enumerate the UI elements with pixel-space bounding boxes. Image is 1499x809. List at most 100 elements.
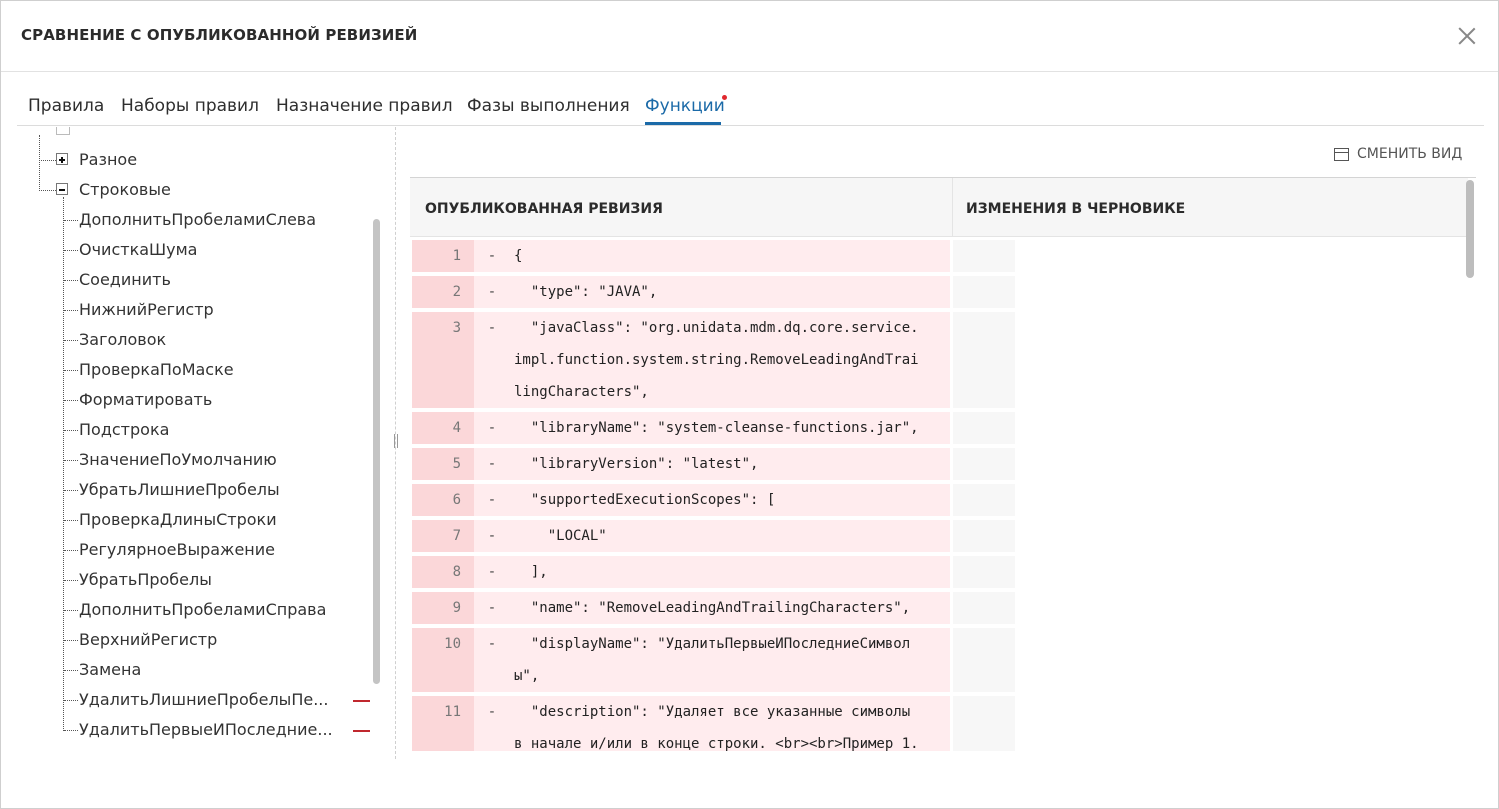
diff-row: 4 - "libraryName": "system-cleanse-functi…	[410, 412, 1016, 444]
line-number-text: 10	[444, 636, 461, 652]
expand-icon[interactable]	[56, 153, 68, 165]
tab-functions[interactable]: Функции	[645, 96, 725, 116]
diff-row: 1 - {	[410, 240, 1016, 272]
draft-empty-cell	[953, 556, 1015, 588]
tree-item-function[interactable]: ВерхнийРегистр	[79, 630, 217, 649]
diff-scrollbar[interactable]	[1466, 180, 1474, 278]
removed-sign: -	[474, 484, 510, 516]
tree-group-string[interactable]: Строковые	[79, 180, 171, 199]
code-line: "supportedExecutionScopes": [	[514, 492, 776, 508]
tree-item-function[interactable]: УбратьПробелы	[79, 570, 212, 589]
change-view-button[interactable]: СМЕНИТЬ ВИД	[1334, 146, 1462, 162]
resize-handle[interactable]	[393, 434, 399, 448]
tree-item-function[interactable]: УдалитьПервыеИПоследние...	[79, 720, 333, 739]
compare-dialog: СРАВНЕНИЕ С ОПУБЛИКОВАННОЙ РЕВИЗИЕЙ Прав…	[0, 0, 1499, 809]
tree-item-function[interactable]: Форматировать	[79, 390, 212, 409]
dialog-header: СРАВНЕНИЕ С ОПУБЛИКОВАННОЙ РЕВИЗИЕЙ	[1, 1, 1498, 72]
tab-rule-sets[interactable]: Наборы правил	[121, 96, 259, 116]
tab-rule-assignment[interactable]: Назначение правил	[276, 96, 453, 116]
removed-sign: -	[474, 240, 510, 272]
tree-item-function[interactable]: Замена	[79, 660, 141, 679]
draft-empty-cell	[953, 412, 1015, 444]
tree-connector	[64, 340, 78, 341]
code-line: "description": "Удаляет все указанные си…	[514, 704, 911, 720]
change-view-label: СМЕНИТЬ ВИД	[1357, 146, 1463, 162]
diff-view: ОПУБЛИКОВАННАЯ РЕВИЗИЯ ИЗМЕНЕНИЯ В ЧЕРНО…	[410, 177, 1476, 751]
code-cell: "name": "RemoveLeadingAndTrailingCharact…	[510, 592, 950, 624]
code-cell: "libraryName": "system-cleanse-functions…	[510, 412, 950, 444]
diff-row: 5 - "libraryVersion": "latest",	[410, 448, 1016, 480]
removed-sign-text: -	[487, 704, 497, 720]
tree-connector	[64, 610, 78, 611]
close-icon[interactable]	[1456, 25, 1478, 47]
code-line: "javaClass": "org.unidata.mdm.dq.core.se…	[514, 320, 919, 336]
line-number: 2	[412, 276, 474, 308]
removed-sign: -	[474, 412, 510, 444]
tree-connector	[63, 197, 64, 731]
code-cell: "libraryVersion": "latest",	[510, 448, 950, 480]
draft-empty-cell	[953, 484, 1015, 516]
tree-connector	[64, 280, 78, 281]
tree-connector	[64, 580, 78, 581]
tree-item-function[interactable]: ПроверкаПоМаске	[79, 360, 234, 379]
diff-row: 8 - ],	[410, 556, 1016, 588]
code-line: "libraryVersion": "latest",	[514, 456, 759, 472]
draft-empty-cell	[953, 312, 1015, 408]
tree-item-function[interactable]: УбратьЛишниеПробелы	[79, 480, 280, 499]
tree-connector	[64, 550, 78, 551]
tree-scrollbar[interactable]	[373, 219, 380, 684]
changes-dot-icon	[722, 95, 727, 100]
code-cell: ],	[510, 556, 950, 588]
tree-item-function[interactable]: ЗначениеПоУмолчанию	[79, 450, 277, 469]
tree-item-function[interactable]: Соединить	[79, 270, 171, 289]
code-line: ],	[514, 564, 548, 580]
line-number: 8	[412, 556, 474, 588]
line-number: 3	[412, 312, 474, 408]
removed-sign: -	[474, 628, 510, 692]
tree-group-misc[interactable]: Разное	[79, 150, 137, 169]
tree-item-function[interactable]: ОчисткаШума	[79, 240, 197, 259]
collapse-icon[interactable]	[56, 183, 68, 195]
tree-connector	[39, 135, 40, 189]
line-number-text: 11	[444, 704, 461, 720]
removed-marker-icon	[353, 700, 370, 702]
line-number-text: 6	[452, 492, 461, 508]
removed-sign-text: -	[487, 492, 497, 508]
line-number: 7	[412, 520, 474, 552]
line-number-text: 1	[452, 248, 461, 264]
code-cell: "type": "JAVA",	[510, 276, 950, 308]
tree-item-function[interactable]: ДополнитьПробеламиСправа	[79, 600, 326, 619]
draft-empty-cell	[953, 276, 1015, 308]
code-line: lingCharacters",	[514, 384, 649, 400]
code-cell: "description": "Удаляет все указанные си…	[510, 696, 950, 751]
tab-rules[interactable]: Правила	[28, 96, 104, 116]
tree-item-function[interactable]: НижнийРегистр	[79, 300, 214, 319]
code-cell: "javaClass": "org.unidata.mdm.dq.core.se…	[510, 312, 950, 408]
line-number: 1	[412, 240, 474, 272]
tree-connector	[64, 520, 78, 521]
tree-item-function[interactable]: УдалитьЛишниеПробелыПе...	[79, 690, 328, 709]
tree-item-function[interactable]: ПроверкаДлиныСтроки	[79, 510, 277, 529]
line-number-text: 5	[452, 456, 461, 472]
tree-connector	[64, 490, 78, 491]
code-line: "name": "RemoveLeadingAndTrailingCharact…	[514, 600, 911, 616]
tree-item-function[interactable]: ДополнитьПробеламиСлева	[79, 210, 316, 229]
tree-connector	[64, 700, 78, 701]
diff-row: 7 - "LOCAL"	[410, 520, 1016, 552]
tab-execution-phases[interactable]: Фазы выполнения	[467, 96, 630, 116]
tree-connector	[64, 370, 78, 371]
code-line: "libraryName": "system-cleanse-functions…	[514, 420, 919, 436]
tree-item-function[interactable]: Заголовок	[79, 330, 166, 349]
diff-row: 6 - "supportedExecutionScopes": [	[410, 484, 1016, 516]
code-cell: "displayName": "УдалитьПервыеИПоследниеС…	[510, 628, 950, 692]
line-number: 6	[412, 484, 474, 516]
removed-sign: -	[474, 696, 510, 751]
tree-item-function[interactable]: РегулярноеВыражение	[79, 540, 275, 559]
line-number: 4	[412, 412, 474, 444]
tree-connector	[64, 430, 78, 431]
code-line: {	[514, 248, 523, 264]
removed-sign: -	[474, 556, 510, 588]
removed-sign-text: -	[487, 320, 497, 336]
tree-item-function[interactable]: Подстрока	[79, 420, 169, 439]
tree-connector	[64, 400, 78, 401]
